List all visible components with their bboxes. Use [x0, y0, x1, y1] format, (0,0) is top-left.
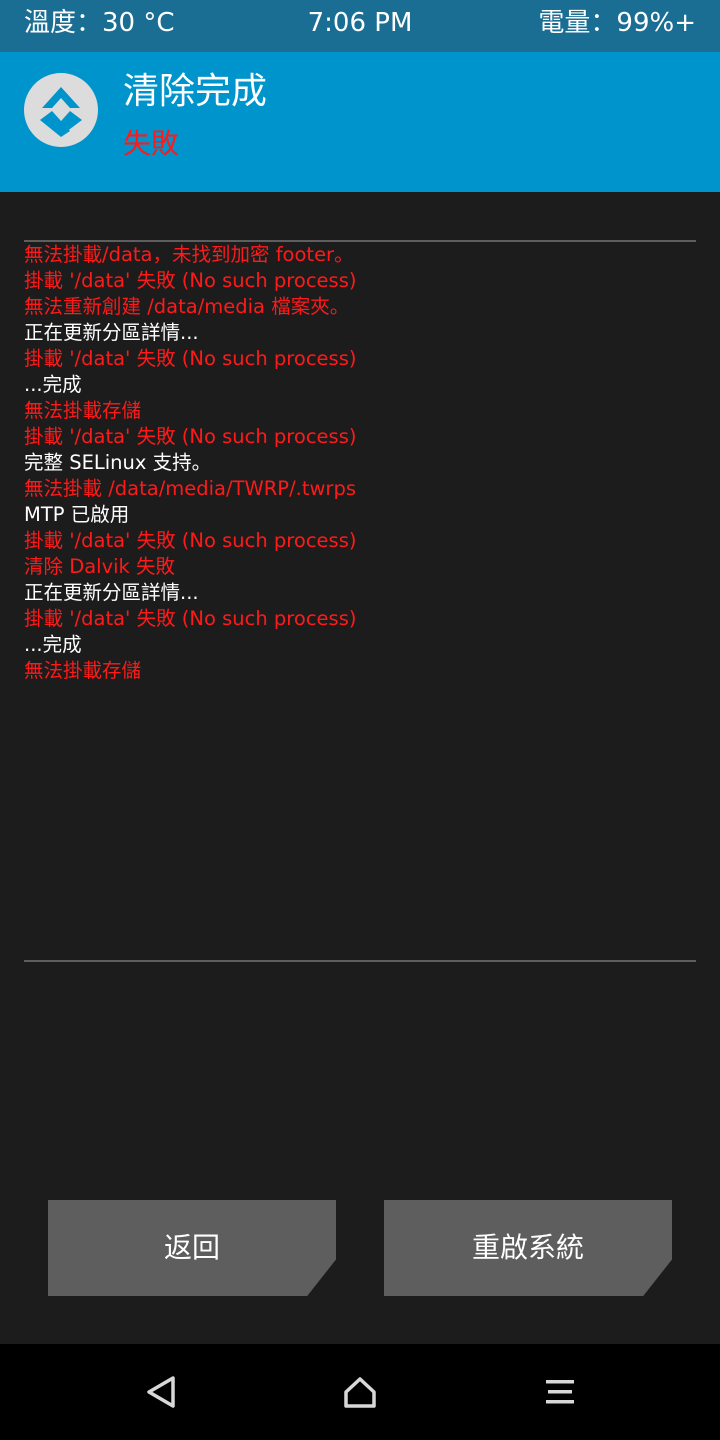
menu-icon[interactable]: [540, 1372, 580, 1412]
console-bottom-divider: [24, 960, 696, 962]
home-icon[interactable]: [340, 1372, 380, 1412]
status-bar: 溫度：30 °C 7:06 PM 電量：99%+: [0, 0, 720, 52]
triangle-back-icon[interactable]: [141, 1372, 181, 1412]
console-line: 清除 Dalvik 失敗: [24, 555, 176, 578]
console-line: 完整 SELinux 支持。: [24, 451, 212, 474]
battery-readout: 電量：99%+: [538, 8, 696, 38]
reboot-system-button[interactable]: 重啟系統: [384, 1200, 672, 1296]
console-line: 正在更新分區詳情...: [24, 321, 199, 344]
console-line: 無法掛載 /data/media/TWRP/.twrps: [24, 477, 356, 500]
console-line: 掛載 '/data' 失敗 (No such process): [24, 269, 357, 292]
back-button[interactable]: 返回: [48, 1200, 336, 1296]
console-line: ...完成: [24, 633, 82, 656]
console-line: 無法掛載/data，未找到加密 footer。: [24, 243, 354, 266]
console-line: 無法重新創建 /data/media 檔案夾。: [24, 295, 350, 318]
console-line: 無法掛載存儲: [24, 399, 142, 422]
twrp-logo-icon: [24, 73, 98, 147]
console-line: 無法掛載存儲: [24, 659, 142, 682]
console-line: 掛載 '/data' 失敗 (No such process): [24, 607, 357, 630]
console-line: 正在更新分區詳情...: [24, 581, 199, 604]
header-bar: 清除完成 失敗: [0, 52, 720, 192]
status-subtitle: 失敗: [123, 127, 180, 160]
console-line: 掛載 '/data' 失敗 (No such process): [24, 529, 357, 552]
page-title: 清除完成: [123, 71, 268, 112]
console-log[interactable]: 無法掛載/data，未找到加密 footer。 掛載 '/data' 失敗 (No…: [24, 242, 696, 684]
navigation-bar: [0, 1344, 720, 1440]
console-line: MTP 已啟用: [24, 503, 130, 526]
console-line: ...完成: [24, 373, 82, 396]
console-line: 掛載 '/data' 失敗 (No such process): [24, 347, 357, 370]
console-line: 掛載 '/data' 失敗 (No such process): [24, 425, 357, 448]
